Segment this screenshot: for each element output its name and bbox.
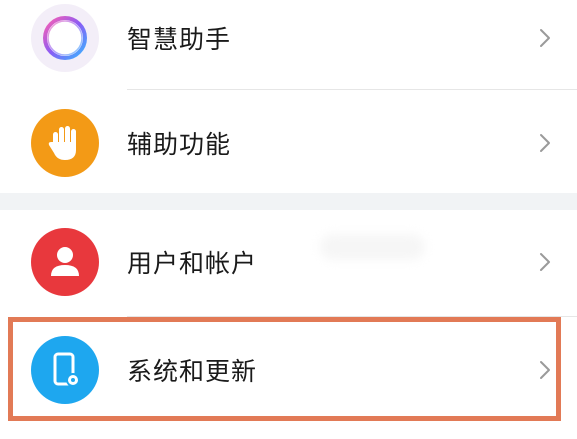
settings-item-label: 智慧助手 [127, 25, 232, 54]
assistant-ring-icon [31, 4, 99, 72]
settings-item-accessibility[interactable]: 辅助功能 [0, 93, 577, 193]
section-separator [0, 193, 577, 210]
settings-item-users-accounts[interactable]: 用户和帐户 [0, 212, 577, 312]
settings-screen: 智慧助手 辅助功能 用户和帐户 系统和更新 [0, 0, 577, 439]
phone-settings-icon [31, 336, 99, 404]
hand-icon [31, 109, 99, 177]
chevron-right-icon [540, 361, 550, 379]
settings-item-label: 辅助功能 [127, 130, 232, 159]
settings-item-label: 用户和帐户 [127, 249, 258, 278]
divider [127, 316, 577, 317]
user-icon [31, 228, 99, 296]
settings-item-smart-assistant[interactable]: 智慧助手 [0, 0, 577, 88]
chevron-right-icon [540, 29, 550, 47]
settings-item-label: 系统和更新 [127, 357, 258, 386]
settings-item-system-updates[interactable]: 系统和更新 [0, 320, 577, 420]
chevron-right-icon [540, 134, 550, 152]
divider [127, 89, 577, 90]
account-name-redacted [320, 234, 425, 260]
chevron-right-icon [540, 253, 550, 271]
